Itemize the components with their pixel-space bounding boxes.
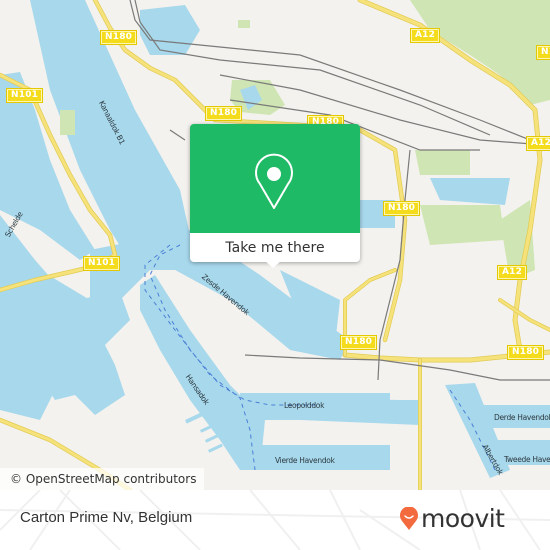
moovit-logo[interactable]: moovit: [399, 504, 505, 534]
moovit-wordmark: moovit: [421, 504, 505, 533]
moovit-pin-icon: [400, 507, 418, 530]
road-label: A12: [496, 265, 528, 280]
road-label: N180: [99, 30, 138, 45]
map-view[interactable]: N180 N101 N180 N180 A12 N1 A12 N180 N101…: [0, 0, 550, 490]
footer-bar: Carton Prime Nv, Belgium moovit: [0, 490, 550, 550]
popup-header: [190, 124, 360, 233]
map-attribution[interactable]: © OpenStreetMap contributors: [0, 468, 205, 490]
destination-popup: Take me there: [190, 124, 360, 268]
road-label: N101: [5, 88, 44, 103]
road-label: N180: [382, 201, 421, 216]
take-me-there-button[interactable]: Take me there: [190, 233, 360, 262]
road-label: A12: [525, 136, 550, 151]
water-east-pond: [430, 178, 510, 205]
road-label: A12: [409, 28, 441, 43]
road-label: N101: [82, 256, 121, 271]
popup-pointer: [264, 260, 282, 268]
water-label: Leopolddok: [284, 401, 325, 410]
water-top-lake: [140, 5, 200, 55]
location-pin-icon: [255, 153, 293, 209]
water-label: Vierde Havendok: [275, 456, 335, 465]
water-label: Derde Havendok: [494, 413, 550, 422]
road-label: N1: [535, 45, 550, 60]
road-label: N180: [506, 345, 545, 360]
water-leopolddok-ext: [390, 400, 420, 412]
place-name: Carton Prime Nv, Belgium: [20, 509, 193, 526]
water-label: Tweede Havendok: [504, 455, 550, 464]
road-label: N180: [204, 106, 243, 121]
road-label: N180: [339, 335, 378, 350]
